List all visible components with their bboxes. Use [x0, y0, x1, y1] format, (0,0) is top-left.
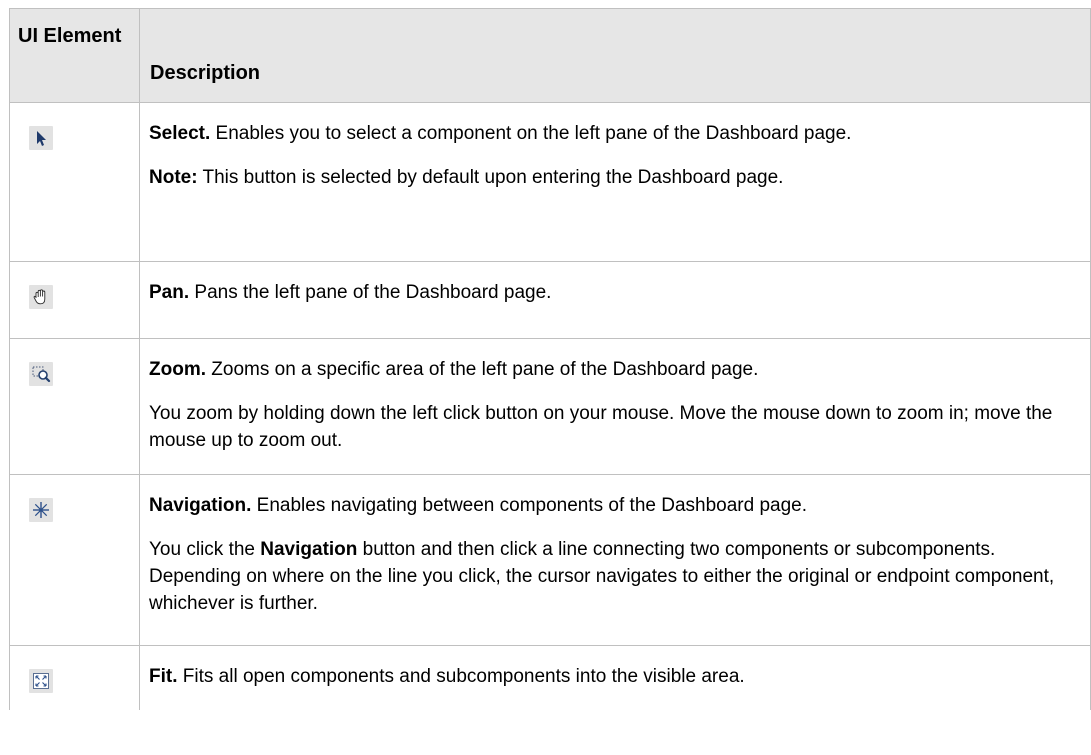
- element-title: Navigation.: [149, 495, 252, 516]
- element-title: Select.: [149, 123, 211, 144]
- element-description: Enables navigating between components of…: [251, 495, 808, 516]
- description-text: Zoom. Zooms on a specific area of the le…: [149, 356, 1078, 383]
- table-row: Pan. Pans the left pane of the Dashboard…: [9, 261, 1091, 339]
- description-cell: Zoom. Zooms on a specific area of the le…: [139, 338, 1091, 475]
- description-cell: Pan. Pans the left pane of the Dashboard…: [139, 261, 1091, 339]
- element-title: Pan.: [149, 282, 190, 303]
- description-text: Fit. Fits all open components and subcom…: [149, 663, 1078, 690]
- fit-icon: [29, 669, 53, 693]
- extra-text-bold: Navigation: [260, 539, 358, 560]
- ui-element-cell: [9, 261, 140, 339]
- extra-text-start: You click the: [149, 539, 261, 560]
- element-description: Zooms on a specific area of the left pan…: [206, 359, 759, 380]
- element-description: Pans the left pane of the Dashboard page…: [189, 282, 552, 303]
- ui-element-cell: [9, 338, 140, 475]
- description-cell: Navigation. Enables navigating between c…: [139, 474, 1091, 646]
- ui-element-cell: [9, 474, 140, 646]
- note-body: This button is selected by default upon …: [197, 167, 784, 188]
- table-row: Fit. Fits all open components and subcom…: [9, 645, 1091, 710]
- extra-text: You zoom by holding down the left click …: [149, 403, 1053, 451]
- pan-hand-icon: [29, 285, 53, 309]
- ui-element-cell: [9, 102, 140, 262]
- header-ui-element: UI Element: [9, 8, 140, 103]
- table-row: Select. Enables you to select a componen…: [9, 102, 1091, 262]
- table-row: Navigation. Enables navigating between c…: [9, 474, 1091, 646]
- note-label: Note:: [149, 167, 198, 188]
- description-cell: Select. Enables you to select a componen…: [139, 102, 1091, 262]
- ui-elements-table: UI Element Description Select. Enables y…: [9, 8, 1091, 710]
- extra-text: You click the Navigation button and then…: [149, 536, 1078, 617]
- table-row: Zoom. Zooms on a specific area of the le…: [9, 338, 1091, 475]
- element-description: Enables you to select a component on the…: [210, 123, 852, 144]
- description-text: Pan. Pans the left pane of the Dashboard…: [149, 279, 1078, 306]
- zoom-icon: [29, 362, 53, 386]
- description-cell: Fit. Fits all open components and subcom…: [139, 645, 1091, 710]
- element-title: Zoom.: [149, 359, 206, 380]
- description-text: Select. Enables you to select a componen…: [149, 120, 1078, 147]
- select-arrow-icon: [29, 126, 53, 150]
- description-text: Navigation. Enables navigating between c…: [149, 492, 1078, 519]
- element-title: Fit.: [149, 666, 178, 687]
- element-description: Fits all open components and subcomponen…: [177, 666, 745, 687]
- table-header-row: UI Element Description: [9, 8, 1091, 103]
- header-description: Description: [139, 8, 1091, 103]
- note-text: Note: This button is selected by default…: [149, 164, 1078, 191]
- navigation-icon: [29, 498, 53, 522]
- ui-element-cell: [9, 645, 140, 710]
